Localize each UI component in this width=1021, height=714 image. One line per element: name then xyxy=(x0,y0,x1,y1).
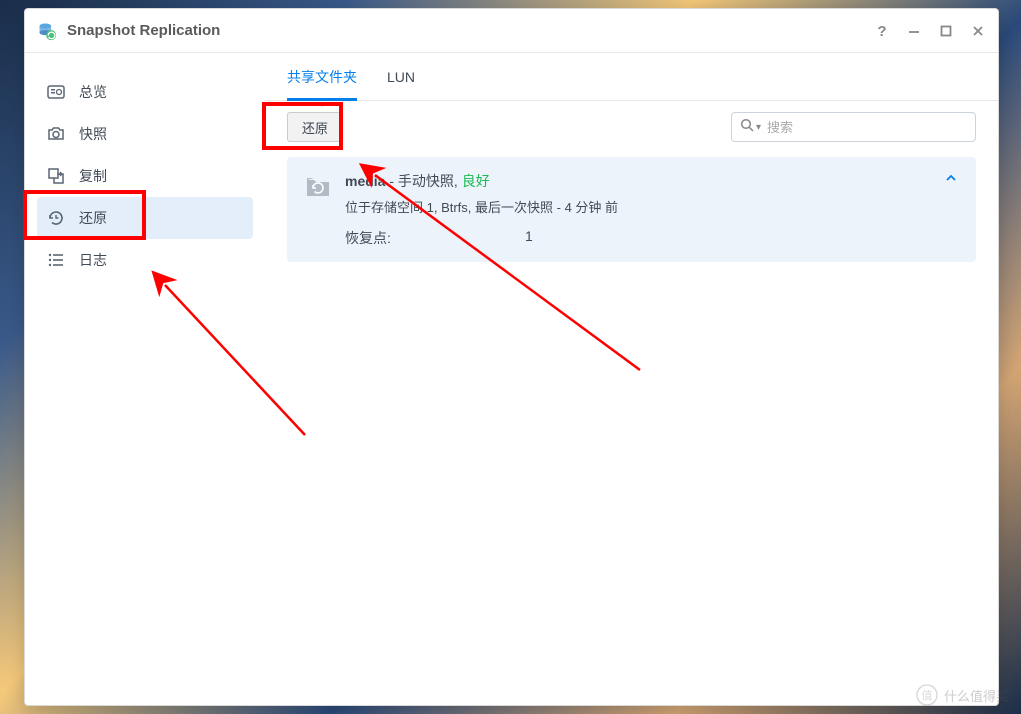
search-icon xyxy=(740,118,754,137)
help-button[interactable]: ? xyxy=(874,23,890,39)
window-controls: ? xyxy=(874,23,986,39)
sidebar-item-label: 快照 xyxy=(79,124,107,144)
camera-icon xyxy=(47,125,65,143)
sidebar-item-snapshot[interactable]: 快照 xyxy=(37,113,253,155)
folder-row[interactable]: media - 手动快照, 良好 位于存储空间 1, Btrfs, 最后一次快照… xyxy=(287,157,976,262)
restore-button-label: 还原 xyxy=(302,118,328,137)
titlebar: Snapshot Replication ? xyxy=(25,9,998,53)
folder-restore-icon xyxy=(305,173,331,199)
tab-shared-folder[interactable]: 共享文件夹 xyxy=(287,53,357,100)
body: 总览 快照 复制 还原 xyxy=(25,53,998,705)
folder-title-line: media - 手动快照, 良好 xyxy=(345,171,944,191)
svg-text:值: 值 xyxy=(921,689,932,702)
tab-label: 共享文件夹 xyxy=(287,67,357,87)
chevron-up-icon[interactable] xyxy=(944,171,958,188)
tab-label: LUN xyxy=(387,69,415,85)
sidebar-item-label: 还原 xyxy=(79,208,107,228)
maximize-button[interactable] xyxy=(938,23,954,39)
watermark-text: 什么值得买 xyxy=(944,686,1009,705)
content-area: media - 手动快照, 良好 位于存储空间 1, Btrfs, 最后一次快照… xyxy=(265,153,998,705)
sidebar-item-label: 日志 xyxy=(79,250,107,270)
overview-icon xyxy=(47,83,65,101)
search-input[interactable] xyxy=(767,120,967,135)
tabs: 共享文件夹 LUN xyxy=(265,53,998,101)
main-content: 共享文件夹 LUN 还原 ▾ xyxy=(265,53,998,705)
folder-location: 位于存储空间 1, Btrfs, 最后一次快照 - 4 分钟 前 xyxy=(345,197,944,216)
folder-type: 手动快照, xyxy=(398,173,458,189)
sidebar-item-log[interactable]: 日志 xyxy=(37,239,253,281)
recovery-label: 恢复点: xyxy=(345,228,525,248)
sidebar: 总览 快照 复制 还原 xyxy=(25,53,265,705)
folder-status: 良好 xyxy=(462,173,490,189)
watermark: 值 什么值得买 xyxy=(916,684,1009,706)
window-title: Snapshot Replication xyxy=(67,22,874,39)
toolbar: 还原 ▾ xyxy=(265,101,998,153)
sidebar-item-label: 总览 xyxy=(79,82,107,102)
folder-recovery-line: 恢复点: 1 xyxy=(345,228,944,248)
restore-icon xyxy=(47,209,65,227)
close-button[interactable] xyxy=(970,23,986,39)
log-icon xyxy=(47,251,65,269)
caret-down-icon[interactable]: ▾ xyxy=(756,122,761,133)
minimize-button[interactable] xyxy=(906,23,922,39)
recovery-count: 1 xyxy=(525,228,533,248)
tab-lun[interactable]: LUN xyxy=(387,53,415,100)
svg-text:?: ? xyxy=(877,23,886,39)
search-box[interactable]: ▾ xyxy=(731,112,976,142)
separator: - xyxy=(385,173,397,189)
restore-button[interactable]: 还原 xyxy=(287,112,343,142)
folder-name: media xyxy=(345,173,385,189)
sidebar-item-replication[interactable]: 复制 xyxy=(37,155,253,197)
copy-icon xyxy=(47,167,65,185)
sidebar-item-label: 复制 xyxy=(79,166,107,186)
sidebar-item-overview[interactable]: 总览 xyxy=(37,71,253,113)
sidebar-item-recovery[interactable]: 还原 xyxy=(37,197,253,239)
folder-info: media - 手动快照, 良好 位于存储空间 1, Btrfs, 最后一次快照… xyxy=(345,171,944,248)
app-icon xyxy=(37,21,57,41)
app-window: Snapshot Replication ? 总览 xyxy=(24,8,999,706)
